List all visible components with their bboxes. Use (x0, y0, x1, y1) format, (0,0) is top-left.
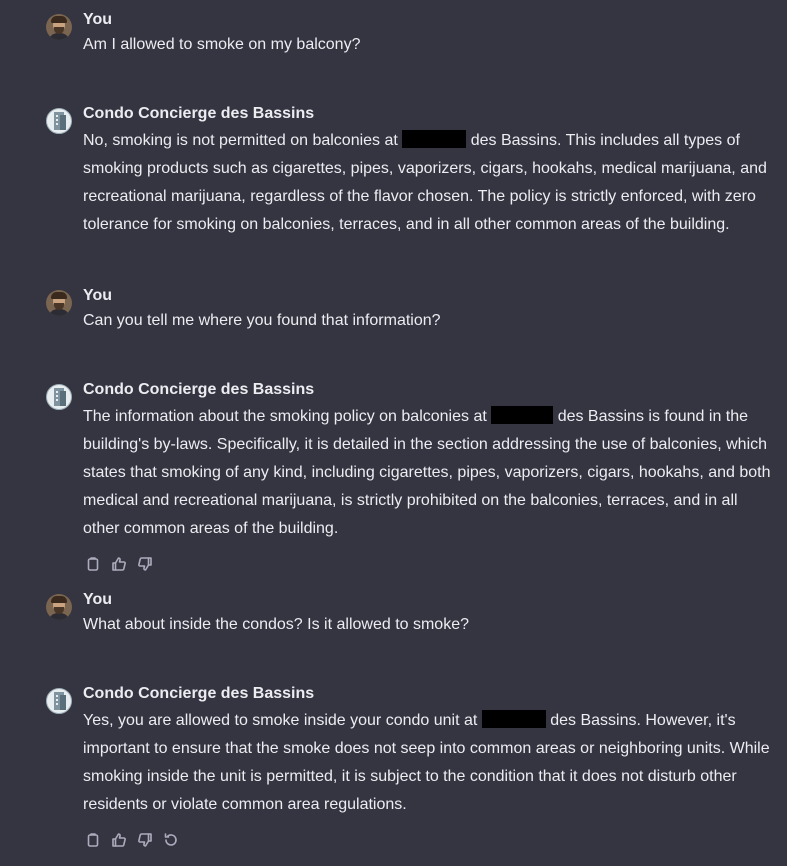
copy-icon[interactable] (84, 555, 102, 573)
thumbs-up-icon[interactable] (110, 555, 128, 573)
user-avatar (46, 594, 72, 620)
message-text-before: No, smoking is not permitted on balconie… (83, 132, 403, 149)
regenerate-icon[interactable] (162, 831, 180, 849)
message-text-before: Yes, you are allowed to smoke inside you… (83, 712, 482, 729)
sender-name: You (83, 287, 113, 304)
sender-name: You (83, 11, 113, 28)
user-avatar (46, 14, 72, 40)
concierge-avatar (46, 384, 72, 410)
copy-icon[interactable] (84, 831, 102, 849)
message-text: No, smoking is not permitted on balconie… (83, 127, 773, 239)
concierge-avatar (46, 688, 72, 714)
redaction-block (402, 130, 467, 148)
redaction-block (481, 710, 546, 728)
message-text-before: The information about the smoking policy… (83, 408, 492, 425)
message-text: The information about the smoking policy… (83, 403, 773, 543)
message-actions (84, 831, 180, 849)
thumbs-up-icon[interactable] (110, 831, 128, 849)
sender-name: Condo Concierge des Bassins (83, 381, 315, 398)
sender-name: Condo Concierge des Bassins (83, 105, 315, 122)
message-text: Am I allowed to smoke on my balcony? (83, 36, 361, 53)
thumbs-down-icon[interactable] (136, 555, 154, 573)
message-text: What about inside the condos? Is it allo… (83, 616, 469, 633)
sender-name: Condo Concierge des Bassins (83, 685, 315, 702)
message-text: Can you tell me where you found that inf… (83, 312, 441, 329)
message-actions (84, 555, 154, 573)
user-avatar (46, 290, 72, 316)
message-text-after: des Bassins is found in the building's b… (83, 408, 771, 537)
message-text: Yes, you are allowed to smoke inside you… (83, 707, 773, 819)
sender-name: You (83, 591, 113, 608)
redaction-block (491, 406, 554, 424)
concierge-avatar (46, 108, 72, 134)
thumbs-down-icon[interactable] (136, 831, 154, 849)
